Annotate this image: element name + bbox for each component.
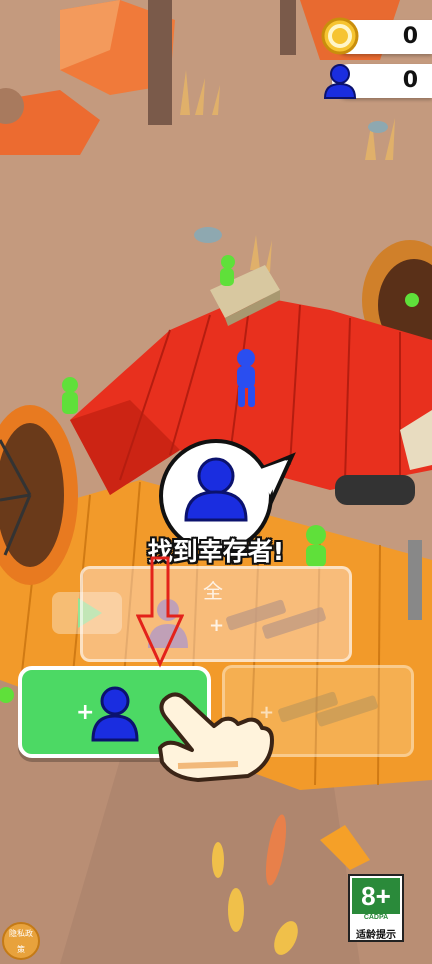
found-survivor-caption: 找到幸存者! bbox=[147, 537, 285, 566]
age-rating-tip: 适龄提示 bbox=[356, 930, 396, 941]
hand-pointer-icon bbox=[158, 692, 274, 782]
coin-count: 0 bbox=[402, 24, 418, 49]
survivor-icon bbox=[323, 64, 357, 99]
coin-counter: 0 bbox=[321, 17, 432, 55]
age-rating-badge: 8+ CADPA 适龄提示 bbox=[348, 874, 404, 942]
coin-icon bbox=[321, 17, 359, 55]
privacy-policy-button[interactable]: 隐私政策 bbox=[2, 922, 40, 960]
game-scene bbox=[0, 0, 432, 964]
age-rating-org: CADPA bbox=[363, 914, 389, 921]
survivor-count: 0 bbox=[402, 68, 418, 93]
privacy-label: 隐私政策 bbox=[9, 929, 33, 954]
survivor-icon bbox=[91, 686, 139, 742]
survivor-counter: 0 bbox=[323, 64, 432, 99]
reward-option-panel[interactable]: 全 + bbox=[80, 566, 352, 662]
full-label: 全 bbox=[203, 579, 223, 603]
age-rating: 8+ bbox=[352, 878, 400, 914]
plus-label: + bbox=[209, 615, 225, 636]
arrow-down-icon bbox=[136, 556, 184, 668]
